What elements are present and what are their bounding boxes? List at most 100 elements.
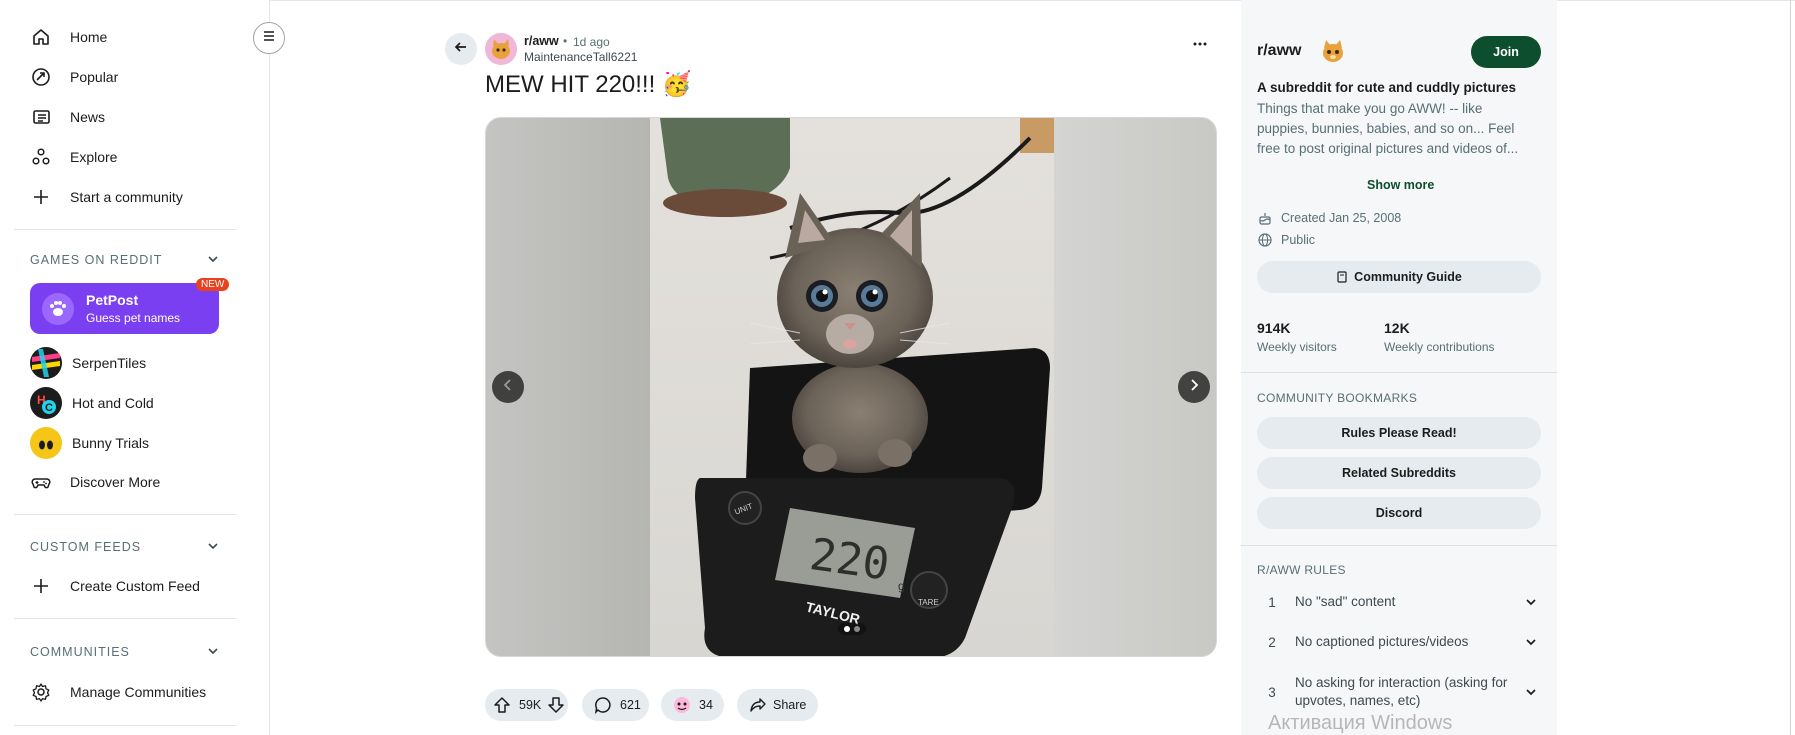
hot-and-cold-icon: HC xyxy=(30,387,62,419)
community-guide-label: Community Guide xyxy=(1354,270,1462,284)
ellipsis-icon xyxy=(1192,36,1208,56)
chevron-down-icon xyxy=(1521,685,1541,699)
vote-bar: 59K xyxy=(485,689,568,721)
plus-icon xyxy=(30,186,52,208)
bookmark-rules-button[interactable]: Rules Please Read! xyxy=(1257,417,1541,449)
chevron-down-icon xyxy=(206,644,220,661)
nav-item-explore[interactable]: Explore xyxy=(30,139,117,175)
rule-text: No captioned pictures/videos xyxy=(1295,634,1469,649)
vote-count: 59K xyxy=(519,698,542,712)
award-button[interactable]: 34 xyxy=(661,689,724,721)
downvote-icon[interactable] xyxy=(547,696,565,714)
games-section-header[interactable]: GAMES ON REDDIT xyxy=(30,248,220,272)
popular-icon xyxy=(30,66,52,88)
chevron-down-icon xyxy=(206,539,220,556)
bookmark-related-subreddits-button[interactable]: Related Subreddits xyxy=(1257,457,1541,489)
join-button[interactable]: Join xyxy=(1471,36,1541,68)
nav-item-label: Explore xyxy=(70,149,118,165)
nav-item-news[interactable]: News xyxy=(30,99,105,135)
plus-icon xyxy=(30,575,52,597)
chevron-left-icon xyxy=(501,378,515,397)
post-title: MEW HIT 220!!! 🥳 xyxy=(485,71,692,98)
communities-section-header[interactable]: COMMUNITIES xyxy=(30,640,220,664)
visibility-row: Public xyxy=(1257,231,1315,249)
section-label: GAMES ON REDDIT xyxy=(30,253,163,267)
nav-item-manage-communities[interactable]: Manage Communities xyxy=(30,674,206,710)
weekly-visitors-label: Weekly visitors xyxy=(1257,340,1337,354)
carousel-next-button[interactable] xyxy=(1178,371,1210,403)
serpentiles-icon xyxy=(30,347,62,379)
comment-icon xyxy=(594,696,612,714)
rule-item[interactable]: 2 No captioned pictures/videos xyxy=(1257,632,1541,652)
game-label: Hot and Cold xyxy=(72,395,154,411)
nav-divider xyxy=(14,618,236,619)
nav-item-start-community[interactable]: Start a community xyxy=(30,179,183,215)
community-icon xyxy=(1320,38,1346,64)
rule-item[interactable]: 3 No asking for interaction (asking for … xyxy=(1257,672,1541,712)
share-label: Share xyxy=(773,698,807,712)
carousel-prev-button[interactable] xyxy=(492,371,524,403)
nav-item-popular[interactable]: Popular xyxy=(30,59,118,95)
game-hot-and-cold[interactable]: HC Hot and Cold xyxy=(30,385,154,421)
left-navigation: Home Popular News Explore Start a commun… xyxy=(0,0,270,735)
windows-activation-watermark: Активация Windows xyxy=(1268,712,1453,734)
nav-item-label: Create Custom Feed xyxy=(70,578,200,594)
share-button[interactable]: Share xyxy=(737,689,818,721)
created-date: Created Jan 25, 2008 xyxy=(1281,211,1402,225)
nav-item-label: Manage Communities xyxy=(70,684,207,700)
nav-divider xyxy=(14,229,236,230)
nav-item-home[interactable]: Home xyxy=(30,19,107,55)
post-subreddit-link[interactable]: r/aww xyxy=(524,34,559,48)
comment-count: 621 xyxy=(620,698,641,712)
weekly-contributions-value: 12K xyxy=(1384,320,1410,336)
section-label: CUSTOM FEEDS xyxy=(30,540,142,554)
chevron-down-icon xyxy=(1521,595,1541,609)
arrow-left-icon xyxy=(453,39,469,60)
subreddit-avatar[interactable] xyxy=(485,33,517,65)
community-guide-button[interactable]: Community Guide xyxy=(1257,261,1541,293)
comments-button[interactable]: 621 xyxy=(582,689,649,721)
window-edge xyxy=(1790,0,1791,735)
kitten-on-scale-image: 220 g TAYLOR UNIT TARE xyxy=(650,118,1054,656)
new-badge: NEW xyxy=(196,278,230,291)
svg-text:C: C xyxy=(45,402,53,414)
nav-item-label: Home xyxy=(70,29,108,45)
game-bunny-trials[interactable]: Bunny Trials xyxy=(30,425,149,461)
game-label: SerpenTiles xyxy=(72,355,147,371)
rule-text: No "sad" content xyxy=(1295,594,1396,609)
show-more-button[interactable]: Show more xyxy=(1367,178,1434,192)
game-serpentiles[interactable]: SerpenTiles xyxy=(30,345,146,381)
custom-feeds-section-header[interactable]: CUSTOM FEEDS xyxy=(30,535,220,559)
paw-icon xyxy=(42,292,74,325)
bookmark-discord-button[interactable]: Discord xyxy=(1257,497,1541,529)
news-icon xyxy=(30,106,52,128)
carousel-dot[interactable] xyxy=(854,626,860,632)
carousel-pagination xyxy=(838,623,866,635)
nav-item-create-custom-feed[interactable]: Create Custom Feed xyxy=(30,568,200,604)
nav-item-label: Start a community xyxy=(70,189,183,205)
chevron-down-icon xyxy=(206,252,220,269)
post-author-link[interactable]: MaintenanceTall6221 xyxy=(524,50,637,64)
back-button[interactable] xyxy=(445,33,477,65)
created-date-row: Created Jan 25, 2008 xyxy=(1257,209,1401,227)
section-label: COMMUNITIES xyxy=(30,645,130,659)
book-icon xyxy=(1336,271,1348,283)
nav-item-discover-more[interactable]: Discover More xyxy=(30,464,160,500)
carousel-dot[interactable] xyxy=(844,626,850,632)
collapse-nav-button[interactable] xyxy=(253,22,285,54)
community-description: Things that make you go AWW! -- like pup… xyxy=(1257,101,1519,156)
nav-item-label: News xyxy=(70,109,106,125)
post-timestamp: 1d ago xyxy=(573,35,610,49)
bunny-trials-icon xyxy=(30,427,62,459)
scale-unit-label: g xyxy=(898,579,905,593)
upvote-icon[interactable] xyxy=(493,696,511,714)
petpost-game[interactable]: PetPost Guess pet names xyxy=(30,283,219,334)
scale-tare-button: TARE xyxy=(918,598,939,607)
more-options-button[interactable] xyxy=(1188,36,1212,60)
menu-icon xyxy=(261,28,277,49)
rule-item[interactable]: 1 No "sad" content xyxy=(1257,592,1541,612)
sidebar-divider xyxy=(1241,372,1557,373)
nav-divider xyxy=(14,725,236,726)
post-media-carousel[interactable]: 220 g TAYLOR UNIT TARE xyxy=(485,117,1217,657)
meta-separator: • xyxy=(563,34,568,48)
